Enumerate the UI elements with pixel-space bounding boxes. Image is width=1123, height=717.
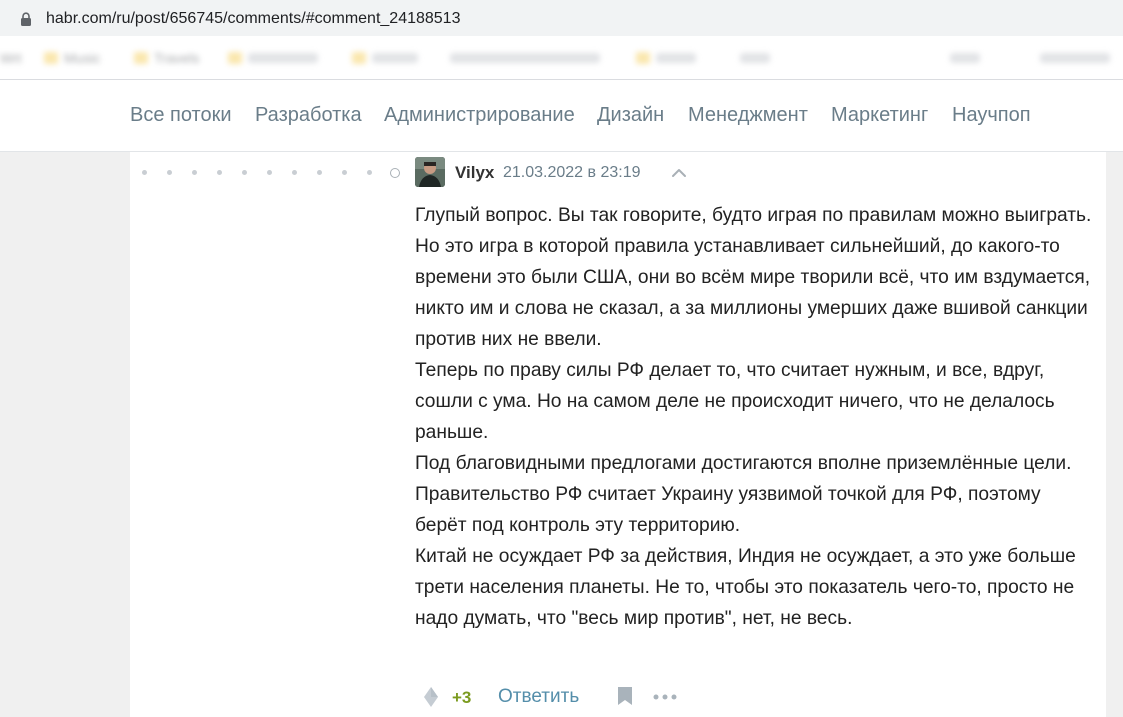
thread-dot[interactable] [317, 170, 322, 175]
bookmark-blurred[interactable] [450, 50, 600, 66]
comment-paragraph: Глупый вопрос. Вы так говорите, будто иг… [415, 205, 1092, 350]
bookmark-music[interactable]: Music [44, 50, 101, 66]
nav-item-marketing[interactable]: Маркетинг [831, 104, 928, 127]
bookmark-label: Wrt [0, 50, 22, 66]
more-icon[interactable] [653, 694, 677, 700]
thread-dot[interactable] [167, 170, 172, 175]
thread-dot[interactable] [142, 170, 147, 175]
bookmark-blurred[interactable] [352, 50, 418, 66]
nav-item-administration[interactable]: Администрирование [384, 104, 575, 127]
browser-address-bar: habr.com/ru/post/656745/comments/#commen… [0, 0, 1123, 36]
thread-dot[interactable] [342, 170, 347, 175]
bookmark-wrt[interactable]: Wrt [0, 50, 22, 66]
vote-icon[interactable] [423, 686, 439, 708]
nav-item-development[interactable]: Разработка [255, 104, 362, 127]
thread-dot[interactable] [292, 170, 297, 175]
nav-item-popsci[interactable]: Научпоп [952, 104, 1031, 127]
thread-dot[interactable] [367, 170, 372, 175]
comment-paragraph: Китай не осуждает РФ за действия, Индия … [415, 546, 1076, 629]
comment-paragraph: Теперь по праву силы РФ делает то, что с… [415, 360, 1055, 443]
bookmark-icon[interactable] [617, 686, 633, 706]
bookmark-label: Travels [154, 50, 200, 66]
bookmarks-bar: Wrt Music Travels [0, 36, 1123, 80]
url-text[interactable]: habr.com/ru/post/656745/comments/#commen… [46, 10, 460, 28]
avatar-image [415, 157, 445, 187]
folder-icon [228, 52, 242, 64]
comment-paragraph: Под благовидными предлогами достигаются … [415, 453, 1072, 536]
bookmark-blurred[interactable] [740, 50, 770, 66]
lock-icon[interactable] [20, 12, 32, 26]
avatar[interactable] [415, 157, 445, 187]
comment-score: +3 [452, 688, 472, 707]
habr-flows-nav: Все потоки Разработка Администрирование … [0, 80, 1123, 152]
thread-dot-current[interactable] [390, 168, 400, 178]
comment-author[interactable]: Vilyx [455, 163, 494, 183]
bookmark-blurred[interactable] [228, 50, 318, 66]
bookmark-blurred[interactable] [950, 50, 980, 66]
thread-dot[interactable] [267, 170, 272, 175]
bookmark-travels[interactable]: Travels [134, 50, 199, 66]
url-box[interactable]: habr.com/ru/post/656745/comments/#commen… [4, 2, 1123, 34]
thread-dot[interactable] [192, 170, 197, 175]
folder-icon [44, 52, 58, 64]
nav-item-management[interactable]: Менеджмент [688, 104, 808, 127]
comment-footer: +3 Ответить [415, 684, 715, 712]
folder-icon [134, 52, 148, 64]
folder-icon [636, 52, 650, 64]
reply-button[interactable]: Ответить [498, 686, 579, 708]
folder-icon [352, 52, 366, 64]
chevron-up-icon[interactable] [670, 167, 688, 179]
comment-datetime[interactable]: 21.03.2022 в 23:19 [503, 164, 641, 182]
thread-dot[interactable] [242, 170, 247, 175]
bookmark-label: Music [64, 50, 101, 66]
thread-dot[interactable] [217, 170, 222, 175]
comment-body: Глупый вопрос. Вы так говорите, будто иг… [415, 200, 1095, 634]
bookmark-blurred[interactable] [1040, 50, 1110, 66]
bookmark-blurred[interactable] [636, 50, 696, 66]
nav-item-all-flows[interactable]: Все потоки [130, 104, 232, 127]
nav-item-design[interactable]: Дизайн [597, 104, 664, 127]
